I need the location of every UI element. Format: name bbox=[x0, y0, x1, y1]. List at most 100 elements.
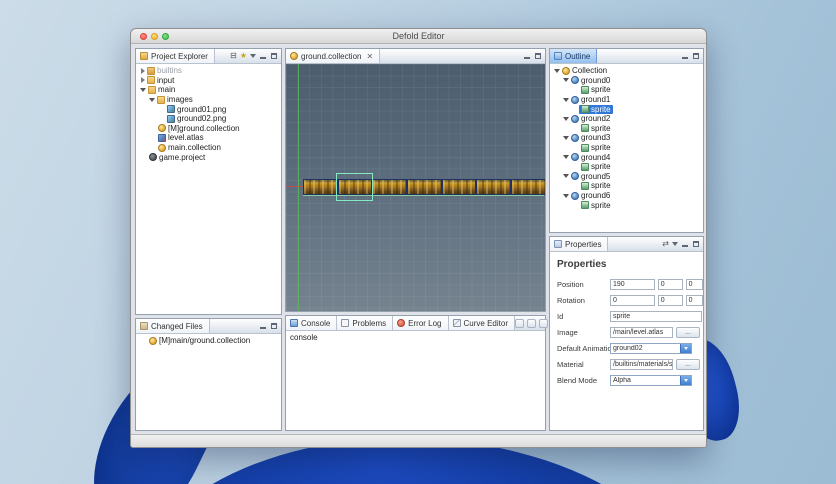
blend-mode-select[interactable]: Alpha bbox=[610, 374, 692, 386]
scroll-lock-icon[interactable] bbox=[526, 318, 536, 328]
tree-item-sprite[interactable]: sprite bbox=[550, 200, 703, 210]
image-browse-button[interactable]: ... bbox=[676, 326, 700, 338]
maximize-panel-icon[interactable] bbox=[534, 52, 542, 60]
tree-item-content: input bbox=[145, 76, 176, 85]
tree-item-sprite[interactable]: sprite bbox=[550, 162, 703, 172]
link-with-selection-icon[interactable]: ⇄ bbox=[662, 240, 669, 248]
sprite-icon bbox=[581, 201, 589, 210]
tree-item-main-collection[interactable]: main.collection bbox=[136, 143, 281, 153]
minimize-panel-icon[interactable] bbox=[523, 52, 531, 60]
tab-outline-label: Outline bbox=[565, 51, 591, 61]
ground-tile-5[interactable] bbox=[476, 179, 512, 195]
tree-item-content: game.project bbox=[147, 153, 207, 162]
tab-outline[interactable]: Outline bbox=[550, 49, 598, 63]
tree-item-level-atlas[interactable]: level.atlas bbox=[136, 133, 281, 143]
tree-item-sprite[interactable]: sprite bbox=[550, 181, 703, 191]
image-field[interactable]: /main/level.atlas bbox=[610, 326, 673, 338]
tab-problems[interactable]: Problems bbox=[337, 316, 394, 330]
maximize-panel-icon[interactable] bbox=[270, 52, 278, 60]
close-tab-icon[interactable]: ✕ bbox=[366, 52, 373, 61]
tree-item-content: images bbox=[155, 95, 195, 104]
ground-tile-0[interactable] bbox=[303, 179, 338, 195]
clear-console-icon[interactable] bbox=[514, 318, 524, 328]
window-titlebar[interactable]: Defold Editor bbox=[131, 29, 706, 44]
tab-label: Error Log bbox=[408, 318, 442, 328]
tree-item-ground01-png[interactable]: ground01.png bbox=[136, 104, 281, 114]
material-browse-button[interactable]: ... bbox=[676, 358, 700, 370]
id-field[interactable]: sprite bbox=[610, 310, 702, 322]
tree-item-collection[interactable]: Collection bbox=[550, 66, 703, 76]
tree-item-sprite[interactable]: sprite bbox=[550, 143, 703, 153]
tab-console[interactable]: Console bbox=[286, 316, 338, 330]
tree-item-ground5[interactable]: ground5 bbox=[550, 172, 703, 182]
tree-item-sprite[interactable]: sprite bbox=[550, 85, 703, 95]
material-field[interactable]: /builtins/materials/s bbox=[610, 358, 673, 370]
minimize-panel-icon[interactable] bbox=[259, 322, 267, 330]
rotation-y-field[interactable]: 0 bbox=[657, 294, 683, 306]
maximize-panel-icon[interactable] bbox=[270, 322, 278, 330]
tab-error-log[interactable]: Error Log bbox=[393, 316, 449, 330]
view-menu-icon[interactable] bbox=[250, 54, 256, 58]
tree-item-content: ground02.png bbox=[165, 114, 228, 123]
tree-item-m-main-ground-collection[interactable]: [M]main/ground.collection bbox=[136, 336, 281, 346]
default-animation-select[interactable]: ground02 bbox=[610, 342, 692, 354]
tree-item-main[interactable]: main bbox=[136, 85, 281, 95]
tree-item-game-project[interactable]: game.project bbox=[136, 152, 281, 162]
tree-item-content: main.collection bbox=[156, 143, 223, 152]
view-menu-icon[interactable] bbox=[672, 242, 678, 246]
tab-properties[interactable]: Properties bbox=[550, 237, 609, 251]
minimize-panel-icon[interactable] bbox=[681, 52, 689, 60]
tab-changed-files-label: Changed Files bbox=[151, 321, 203, 331]
console-output: console bbox=[290, 333, 318, 342]
collapse-all-icon[interactable]: ⊟ bbox=[230, 52, 237, 60]
maximize-panel-icon[interactable] bbox=[692, 52, 700, 60]
filter-icon[interactable]: ★ bbox=[240, 52, 247, 60]
ground-tile-3[interactable] bbox=[407, 179, 442, 195]
tree-item-ground3[interactable]: ground3 bbox=[550, 133, 703, 143]
tree-item-ground02-png[interactable]: ground02.png bbox=[136, 114, 281, 124]
position-z-field[interactable]: 0 bbox=[685, 278, 703, 290]
tab-curve-editor[interactable]: Curve Editor bbox=[448, 316, 515, 330]
tab-ground-collection-label: ground.collection bbox=[301, 51, 362, 61]
tab-ground-collection[interactable]: ground.collection ✕ bbox=[286, 49, 381, 63]
collection-icon bbox=[290, 52, 298, 60]
tree-item-ground0[interactable]: ground0 bbox=[550, 76, 703, 86]
tree-item-builtins[interactable]: builtins bbox=[136, 66, 281, 76]
tree-item-content: sprite bbox=[579, 162, 613, 171]
position-x-field[interactable]: 190 bbox=[610, 278, 655, 290]
selected-option-label: ground02 bbox=[613, 344, 643, 352]
properties-icon bbox=[554, 240, 562, 248]
tree-item-sprite[interactable]: sprite bbox=[550, 104, 703, 114]
scene-canvas[interactable] bbox=[286, 64, 545, 311]
sprite-icon bbox=[581, 124, 589, 133]
tree-item-images[interactable]: images bbox=[136, 95, 281, 105]
rotation-z-field[interactable]: 0 bbox=[685, 294, 703, 306]
tree-item-ground1[interactable]: ground1 bbox=[550, 95, 703, 105]
project-explorer-panel: Project Explorer ⊟ ★ builtins input main im… bbox=[135, 48, 282, 315]
property-control: 190 0 0 bbox=[610, 278, 703, 290]
tab-changed-files[interactable]: Changed Files bbox=[136, 319, 210, 333]
tree-item-ground2[interactable]: ground2 bbox=[550, 114, 703, 124]
tree-item-ground4[interactable]: ground4 bbox=[550, 152, 703, 162]
tree-item-sprite[interactable]: sprite bbox=[550, 124, 703, 134]
pin-console-icon[interactable] bbox=[538, 318, 548, 328]
tab-project-explorer[interactable]: Project Explorer bbox=[136, 49, 215, 63]
tree-item-ground6[interactable]: ground6 bbox=[550, 191, 703, 201]
rotation-x-field[interactable]: 0 bbox=[610, 294, 655, 306]
ground-tile-4[interactable] bbox=[441, 179, 477, 195]
property-label: Image bbox=[557, 327, 578, 337]
console-tabbar: Console Problems Error Log Curve Editor bbox=[286, 316, 599, 331]
tree-item-content: ground5 bbox=[569, 172, 612, 181]
position-y-field[interactable]: 0 bbox=[657, 278, 683, 290]
minimize-panel-icon[interactable] bbox=[681, 240, 689, 248]
maximize-panel-icon[interactable] bbox=[692, 240, 700, 248]
ground-tile-2[interactable] bbox=[372, 179, 408, 195]
chevron-down-icon[interactable] bbox=[680, 343, 691, 353]
ground-tile-6[interactable] bbox=[511, 179, 545, 195]
minimize-panel-icon[interactable] bbox=[259, 52, 267, 60]
tree-item-m-ground-collection[interactable]: [M]ground.collection bbox=[136, 124, 281, 134]
sprite-icon bbox=[581, 105, 589, 114]
tree-item-input[interactable]: input bbox=[136, 76, 281, 86]
chevron-down-icon[interactable] bbox=[680, 375, 691, 385]
tree-item-label: sprite bbox=[591, 104, 611, 114]
